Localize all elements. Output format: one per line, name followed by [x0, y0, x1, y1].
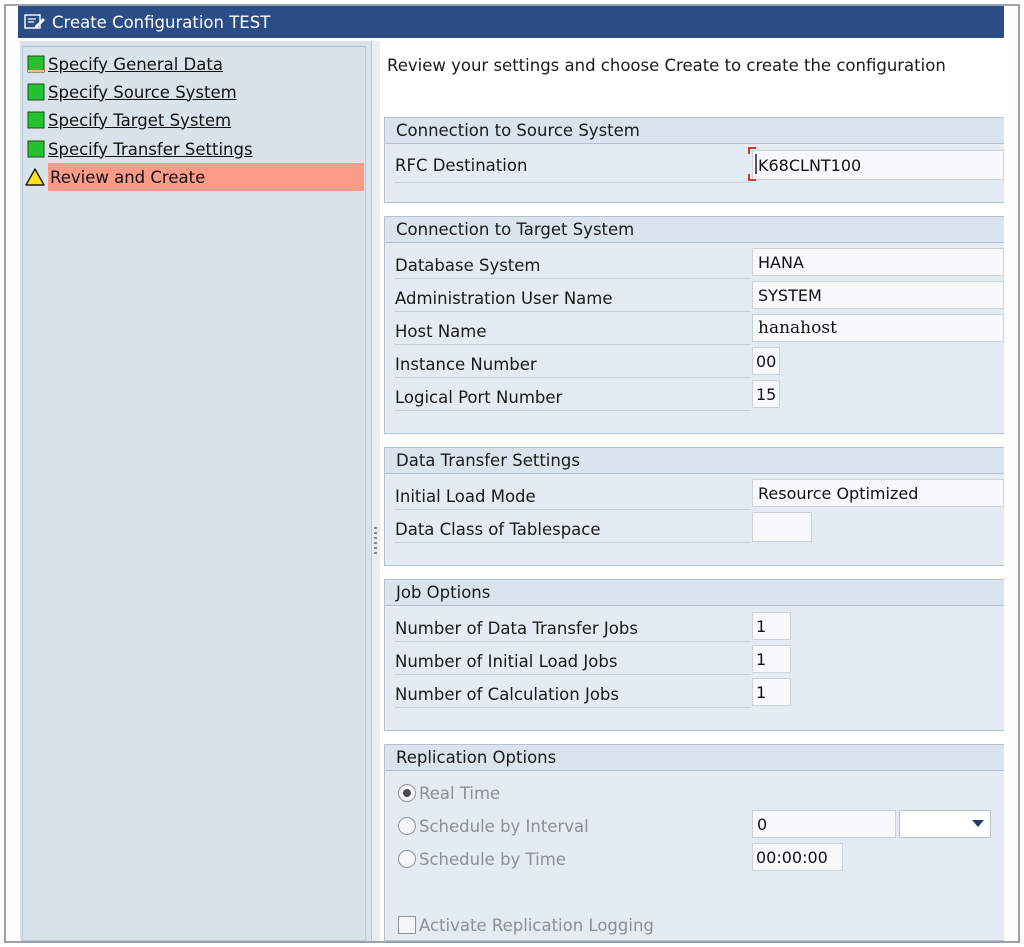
- radio-real-time[interactable]: Real Time: [398, 780, 500, 806]
- chevron-down-icon[interactable]: [972, 820, 984, 827]
- window-title: Create Configuration TEST: [52, 12, 271, 32]
- field-label: Initial Load Mode: [395, 486, 536, 506]
- field-label: Logical Port Number: [395, 387, 563, 407]
- instance-number-field[interactable]: 00: [752, 347, 780, 375]
- radio-schedule-by-time[interactable]: Schedule by Time: [398, 846, 566, 872]
- row-divider: [395, 641, 751, 642]
- radio-schedule-by-interval[interactable]: Schedule by Interval: [398, 813, 589, 839]
- row-divider: [395, 344, 751, 345]
- replication-options-group: Replication Options Real Time Schedule b…: [384, 744, 1004, 941]
- intro-text: Review your settings and choose Create t…: [387, 56, 946, 75]
- field-label: Number of Initial Load Jobs: [395, 651, 618, 671]
- row-divider: [395, 311, 751, 312]
- field-label: Data Class of Tablespace: [395, 519, 601, 539]
- group-title: Replication Options: [385, 745, 1004, 771]
- green-status-icon: [27, 55, 45, 73]
- radio-empty-icon[interactable]: [398, 817, 416, 835]
- calculation-jobs-field[interactable]: 1: [752, 678, 791, 706]
- green-status-icon: [27, 111, 45, 129]
- field-label: Number of Calculation Jobs: [395, 684, 619, 704]
- warning-triangle-icon: [25, 168, 45, 186]
- green-status-icon: [27, 140, 45, 158]
- title-bar: Create Configuration TEST: [18, 6, 1004, 38]
- field-label: Database System: [395, 255, 541, 275]
- step-label[interactable]: Specify Target System: [48, 111, 231, 130]
- green-status-icon: [27, 83, 45, 101]
- rfc-destination-field[interactable]: K68CLNT100: [752, 150, 1004, 180]
- focus-bracket-icon: [748, 147, 757, 181]
- data-transfer-jobs-field[interactable]: 1: [752, 612, 791, 640]
- active-step-highlight: Review and Create: [48, 163, 364, 191]
- admin-user-field[interactable]: SYSTEM: [752, 281, 1004, 309]
- splitter-grip-icon[interactable]: [374, 527, 377, 555]
- field-label: Number of Data Transfer Jobs: [395, 618, 638, 638]
- radio-empty-icon[interactable]: [398, 850, 416, 868]
- pane-splitter[interactable]: [372, 41, 380, 941]
- field-label: RFC Destination: [395, 155, 528, 175]
- radio-label: Schedule by Time: [419, 849, 566, 869]
- row-divider: [395, 410, 751, 411]
- checkbox-icon[interactable]: [398, 916, 416, 934]
- group-title: Data Transfer Settings: [385, 448, 1004, 474]
- row-divider: [395, 542, 751, 543]
- field-label: Administration User Name: [395, 288, 613, 308]
- initial-load-mode-field[interactable]: Resource Optimized: [752, 479, 1004, 507]
- interval-value-field[interactable]: 0: [752, 810, 896, 838]
- job-options-group: Job Options Number of Data Transfer Jobs…: [384, 579, 1004, 731]
- group-title: Job Options: [385, 580, 1004, 606]
- step-specify-source-system[interactable]: Specify Source System: [27, 79, 237, 105]
- schedule-time-field[interactable]: 00:00:00: [752, 843, 843, 871]
- database-system-field[interactable]: HANA: [752, 248, 1004, 276]
- field-label: Host Name: [395, 321, 487, 341]
- host-name-field[interactable]: hanahost: [752, 314, 1004, 342]
- initial-load-jobs-field[interactable]: 1: [752, 645, 791, 673]
- step-specify-target-system[interactable]: Specify Target System: [27, 107, 231, 133]
- step-specify-general-data[interactable]: Specify General Data: [27, 51, 223, 77]
- edit-window-icon: [24, 13, 46, 31]
- group-title: Connection to Source System: [385, 118, 1004, 144]
- row-divider: [395, 707, 751, 708]
- activate-logging-checkbox[interactable]: Activate Replication Logging: [398, 912, 654, 938]
- row-divider: [395, 674, 751, 675]
- step-label[interactable]: Specify Transfer Settings: [48, 140, 253, 159]
- row-divider: [395, 377, 751, 378]
- field-label: Instance Number: [395, 354, 537, 374]
- radio-label: Real Time: [419, 783, 501, 803]
- row-divider: [395, 182, 751, 183]
- checkbox-label: Activate Replication Logging: [419, 915, 654, 935]
- step-label[interactable]: Specify Source System: [48, 83, 237, 102]
- logical-port-field[interactable]: 15: [752, 380, 780, 408]
- row-divider: [395, 509, 751, 510]
- step-label[interactable]: Specify General Data: [48, 55, 223, 74]
- step-review-and-create[interactable]: Review and Create: [25, 163, 365, 191]
- row-divider: [395, 278, 751, 279]
- group-title: Connection to Target System: [385, 217, 1004, 243]
- step-label[interactable]: Review and Create: [50, 168, 205, 187]
- interval-unit-dropdown[interactable]: [899, 810, 991, 838]
- radio-label: Schedule by Interval: [419, 816, 589, 836]
- step-tree: Specify General Data Specify Source Syst…: [22, 46, 366, 941]
- data-class-field[interactable]: [752, 512, 812, 542]
- radio-selected-icon[interactable]: [398, 784, 416, 802]
- step-specify-transfer-settings[interactable]: Specify Transfer Settings: [27, 136, 253, 162]
